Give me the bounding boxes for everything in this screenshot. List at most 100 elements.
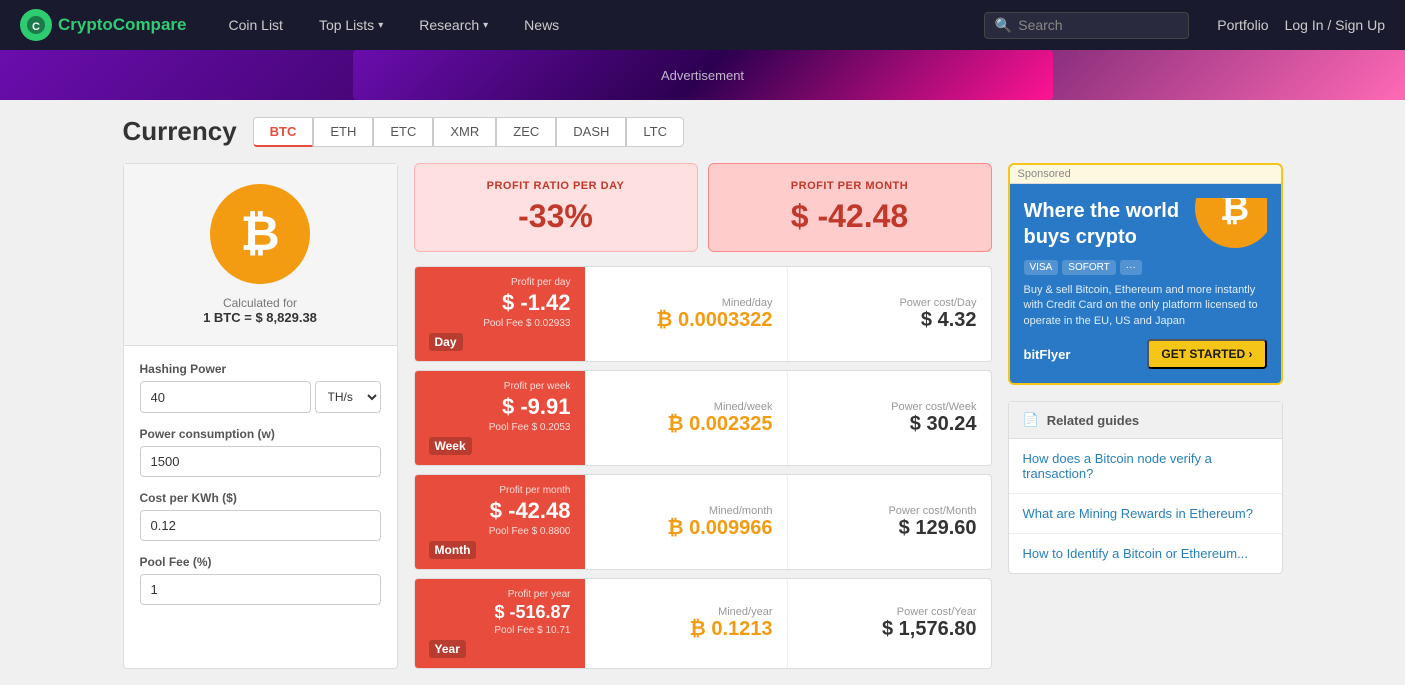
day-profit-value: $ -1.42 bbox=[429, 290, 571, 316]
list-item[interactable]: How does a Bitcoin node verify a transac… bbox=[1009, 439, 1282, 494]
week-mined-cell: Mined/week ₿ 0.002325 bbox=[585, 371, 788, 465]
visa-icon: VISA bbox=[1024, 260, 1059, 275]
ad-logo: bitFlyer bbox=[1024, 346, 1071, 362]
week-power-value: $ 30.24 bbox=[802, 413, 977, 436]
ad-box[interactable]: Sponsored ₿ Where the world buys crypto … bbox=[1008, 163, 1283, 385]
cost-kwh-input[interactable] bbox=[140, 510, 381, 541]
table-row: Profit per week $ -9.91 Pool Fee $ 0.205… bbox=[414, 370, 992, 466]
table-row: Profit per year $ -516.87 Pool Fee $ 10.… bbox=[414, 578, 992, 669]
month-power-label: Power cost/Month bbox=[802, 505, 977, 517]
day-pool-fee: Pool Fee $ 0.02933 bbox=[429, 318, 571, 329]
mining-form: Hashing Power TH/s GH/s MH/s Power consu… bbox=[124, 346, 397, 635]
week-profit-value: $ -9.91 bbox=[429, 394, 571, 420]
tab-etc[interactable]: ETC bbox=[373, 117, 433, 147]
month-mined-cell: Mined/month ₿ 0.009966 bbox=[585, 475, 788, 569]
month-profit-value: $ -42.48 bbox=[429, 498, 571, 524]
tab-eth[interactable]: ETH bbox=[313, 117, 373, 147]
related-guides-title: Related guides bbox=[1047, 413, 1139, 428]
hashing-power-group: Hashing Power TH/s GH/s MH/s bbox=[140, 362, 381, 413]
search-bar: 🔍 bbox=[984, 12, 1189, 39]
nav-research-label: Research bbox=[419, 17, 479, 33]
nav-top-lists[interactable]: Top Lists ▾ bbox=[305, 0, 397, 50]
logo-text-crypto: Crypto bbox=[58, 15, 113, 34]
login-link[interactable]: Log In / Sign Up bbox=[1285, 17, 1385, 33]
day-tag: Day bbox=[429, 333, 463, 351]
calc-label: Calculated for bbox=[223, 296, 297, 310]
ad-content: ₿ Where the world buys crypto VISA SOFOR… bbox=[1010, 184, 1281, 383]
profit-month-value: $ -42.48 bbox=[729, 198, 971, 235]
tab-zec[interactable]: ZEC bbox=[496, 117, 556, 147]
profit-ratio-label: PROFIT RATIO PER DAY bbox=[435, 180, 677, 192]
table-row: Profit per day $ -1.42 Pool Fee $ 0.0293… bbox=[414, 266, 992, 362]
sofort-icon: SOFORT bbox=[1062, 260, 1115, 275]
hashing-power-input[interactable] bbox=[140, 381, 311, 413]
day-profit-cell: Profit per day $ -1.42 Pool Fee $ 0.0293… bbox=[415, 267, 585, 361]
ad-description: Buy & sell Bitcoin, Ethereum and more in… bbox=[1024, 283, 1267, 329]
btc-symbol: ₿ bbox=[240, 207, 279, 262]
month-mined-value: ₿ 0.009966 bbox=[599, 517, 773, 540]
year-mined-cell: Mined/year ₿ 0.1213 bbox=[585, 579, 788, 668]
other-icons: ··· bbox=[1120, 260, 1142, 275]
week-profit-cell: Profit per week $ -9.91 Pool Fee $ 0.205… bbox=[415, 371, 585, 465]
ad-cta-button[interactable]: GET STARTED › bbox=[1147, 339, 1266, 369]
power-consumption-group: Power consumption (w) bbox=[140, 427, 381, 477]
month-power-value: $ 129.60 bbox=[802, 517, 977, 540]
day-mined-cell: Mined/day ₿ 0.0003322 bbox=[585, 267, 788, 361]
tab-ltc[interactable]: LTC bbox=[626, 117, 684, 147]
logo-icon: C bbox=[20, 9, 52, 41]
nav-coin-list[interactable]: Coin List bbox=[214, 0, 296, 50]
page-title: Currency bbox=[123, 116, 237, 147]
hashing-power-unit-select[interactable]: TH/s GH/s MH/s bbox=[315, 381, 381, 413]
nav-news[interactable]: News bbox=[510, 0, 573, 50]
day-mined-value: ₿ 0.0003322 bbox=[599, 309, 773, 332]
logo[interactable]: C CryptoCompare bbox=[20, 9, 186, 41]
pool-fee-input[interactable] bbox=[140, 574, 381, 605]
logo-text-compare: Compare bbox=[113, 15, 187, 34]
day-power-label: Power cost/Day bbox=[802, 297, 977, 309]
day-power-value: $ 4.32 bbox=[802, 309, 977, 332]
profit-summary: PROFIT RATIO PER DAY -33% PROFIT PER MON… bbox=[414, 163, 992, 252]
year-profit-label: Profit per year bbox=[429, 589, 571, 600]
ad-sponsored-label: Sponsored bbox=[1010, 165, 1281, 184]
profit-ratio-value: -33% bbox=[435, 198, 677, 235]
ad-logo-row: bitFlyer GET STARTED › bbox=[1024, 339, 1267, 369]
month-power-cell: Power cost/Month $ 129.60 bbox=[788, 475, 991, 569]
svg-text:C: C bbox=[32, 21, 40, 33]
bitflyer-logo: bitFlyer bbox=[1024, 347, 1071, 362]
day-power-cell: Power cost/Day $ 4.32 bbox=[788, 267, 991, 361]
page-content: Currency BTC ETH ETC XMR ZEC DASH LTC ₿ … bbox=[103, 100, 1303, 685]
cost-kwh-group: Cost per KWh ($) bbox=[140, 491, 381, 541]
year-profit-value: $ -516.87 bbox=[429, 602, 571, 623]
calc-value: 1 BTC = $ 8,829.38 bbox=[203, 310, 317, 325]
nav-top-lists-label: Top Lists bbox=[319, 17, 374, 33]
month-profit-label: Profit per month bbox=[429, 485, 571, 496]
year-mined-label: Mined/year bbox=[599, 606, 773, 618]
chevron-down-icon: ▾ bbox=[378, 20, 383, 31]
week-power-cell: Power cost/Week $ 30.24 bbox=[788, 371, 991, 465]
tab-btc[interactable]: BTC bbox=[253, 117, 314, 147]
list-item[interactable]: How to Identify a Bitcoin or Ethereum... bbox=[1009, 534, 1282, 573]
table-row: Profit per month $ -42.48 Pool Fee $ 0.8… bbox=[414, 474, 992, 570]
ad-title-area: ₿ Where the world buys crypto bbox=[1024, 198, 1267, 260]
power-consumption-input[interactable] bbox=[140, 446, 381, 477]
week-tag: Week bbox=[429, 437, 472, 455]
coin-header: ₿ Calculated for 1 BTC = $ 8,829.38 bbox=[124, 164, 397, 346]
month-mined-label: Mined/month bbox=[599, 505, 773, 517]
chevron-down-icon: ▾ bbox=[483, 20, 488, 31]
year-mined-value: ₿ 0.1213 bbox=[599, 618, 773, 641]
banner: Advertisement bbox=[0, 50, 1405, 100]
profit-month-label: PROFIT PER MONTH bbox=[729, 180, 971, 192]
month-tag: Month bbox=[429, 541, 477, 559]
list-item[interactable]: What are Mining Rewards in Ethereum? bbox=[1009, 494, 1282, 534]
profit-month-box: PROFIT PER MONTH $ -42.48 bbox=[708, 163, 992, 252]
currency-header: Currency BTC ETH ETC XMR ZEC DASH LTC bbox=[123, 116, 1283, 147]
currency-tabs: BTC ETH ETC XMR ZEC DASH LTC bbox=[253, 117, 684, 147]
week-mined-label: Mined/week bbox=[599, 401, 773, 413]
search-input[interactable] bbox=[1018, 17, 1178, 33]
nav-research[interactable]: Research ▾ bbox=[405, 0, 502, 50]
year-power-label: Power cost/Year bbox=[802, 606, 977, 618]
tab-xmr[interactable]: XMR bbox=[433, 117, 496, 147]
tab-dash[interactable]: DASH bbox=[556, 117, 626, 147]
pool-fee-label: Pool Fee (%) bbox=[140, 555, 381, 569]
portfolio-link[interactable]: Portfolio bbox=[1217, 17, 1268, 33]
